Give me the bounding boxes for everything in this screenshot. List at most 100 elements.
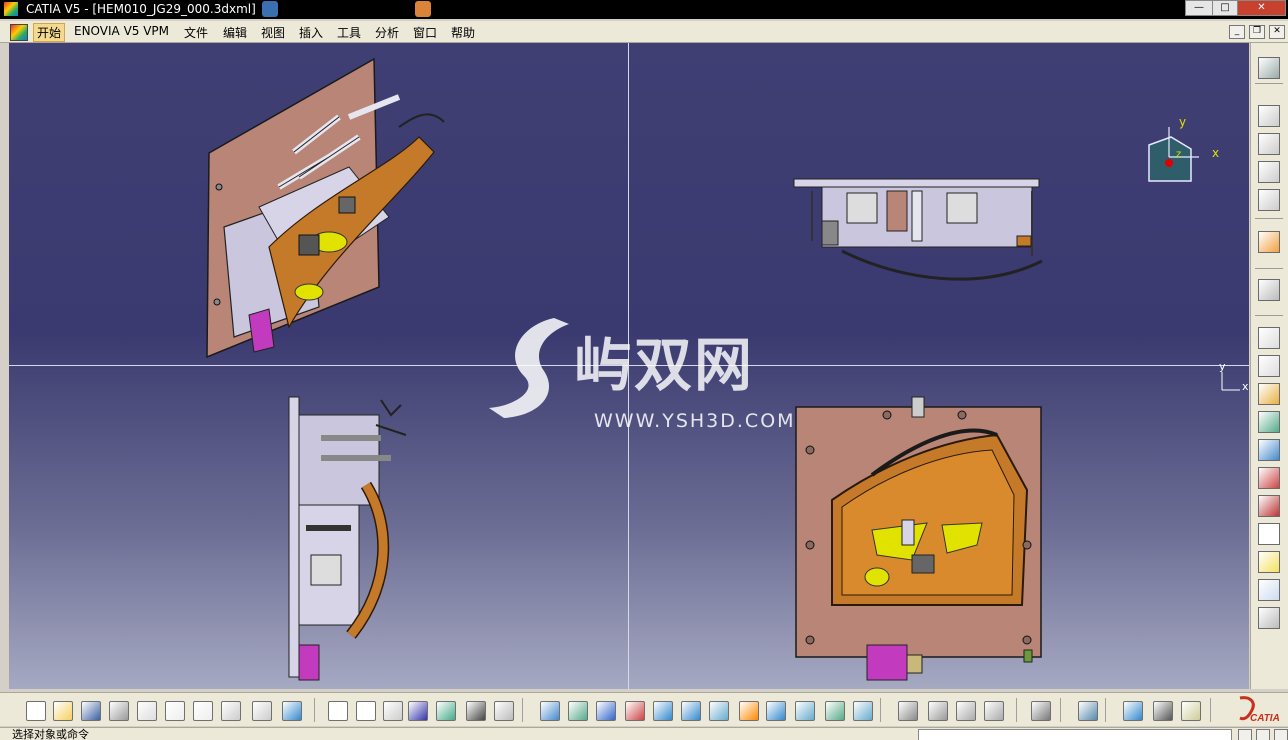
front-view-model[interactable]	[792, 395, 1057, 685]
tool-icon[interactable]	[1153, 701, 1173, 721]
compass-y-label: y	[1179, 115, 1187, 129]
gear-orange-icon[interactable]	[1258, 383, 1280, 405]
part-copy-icon[interactable]	[1258, 189, 1280, 211]
menu-start[interactable]: 开始	[33, 23, 66, 42]
measure-icon[interactable]	[383, 701, 403, 721]
copy-icon[interactable]	[165, 701, 185, 721]
distance-icon[interactable]	[1123, 701, 1143, 721]
doc-restore-button[interactable]: ❐	[1249, 25, 1265, 39]
cylinder-icon[interactable]	[795, 701, 815, 721]
select-arrow-icon[interactable]	[1258, 231, 1280, 253]
table-icon[interactable]	[408, 701, 428, 721]
compass-x-label: x	[1212, 146, 1220, 160]
viewport-splitter-horizontal[interactable]	[9, 365, 1249, 366]
menu-view[interactable]: 视图	[261, 24, 285, 41]
part-link-icon[interactable]	[1258, 161, 1280, 183]
menu-file[interactable]: 文件	[184, 24, 208, 41]
lock-icon[interactable]	[466, 701, 486, 721]
close-button[interactable]: ✕	[1237, 0, 1286, 16]
taskbar-icon[interactable]	[415, 1, 431, 17]
paste-icon[interactable]	[193, 701, 213, 721]
status-message: 选择对象或命令	[12, 728, 89, 740]
new-icon[interactable]	[26, 701, 46, 721]
bottom-toolbar	[0, 692, 1288, 726]
top-view-model[interactable]	[792, 161, 1052, 301]
comment-icon[interactable]	[356, 701, 376, 721]
menu-insert[interactable]: 插入	[299, 24, 323, 41]
swap-icon[interactable]	[928, 701, 948, 721]
zoom-out-icon[interactable]	[681, 701, 701, 721]
status-button[interactable]	[1238, 729, 1252, 740]
redo-icon[interactable]	[252, 701, 272, 721]
command-input[interactable]	[918, 729, 1232, 740]
hide-icon[interactable]	[898, 701, 918, 721]
gear-sheet-icon[interactable]	[1258, 355, 1280, 377]
print-icon[interactable]	[109, 701, 129, 721]
snap-arrow-icon[interactable]	[1258, 279, 1280, 301]
menu-edit[interactable]: 编辑	[223, 24, 247, 41]
undo-icon[interactable]	[221, 701, 241, 721]
side-view-model[interactable]	[281, 395, 421, 685]
bottle-icon[interactable]	[1181, 701, 1201, 721]
menu-enovia[interactable]: ENOVIA V5 VPM	[74, 24, 169, 38]
doc-close-button[interactable]: ✕	[1269, 25, 1285, 39]
tree-icon[interactable]	[1258, 551, 1280, 573]
window-title: CATIA V5 - [HEM010_JG29_000.3dxml]	[26, 2, 256, 16]
iso-view-icon[interactable]	[739, 701, 759, 721]
window-titlebar: CATIA V5 - [HEM010_JG29_000.3dxml] — □ ✕	[0, 0, 1288, 19]
part-icon[interactable]	[1258, 105, 1280, 127]
link2-icon[interactable]	[984, 701, 1004, 721]
camera-icon[interactable]	[1031, 701, 1051, 721]
cut-icon[interactable]	[137, 701, 157, 721]
taskbar-icon[interactable]	[262, 1, 278, 17]
help-icon[interactable]	[282, 701, 302, 721]
rotate-icon[interactable]	[625, 701, 645, 721]
toolbar-separator	[1255, 218, 1283, 219]
status-button[interactable]	[1274, 729, 1288, 740]
link-icon[interactable]	[956, 701, 976, 721]
tree-search-icon[interactable]	[1258, 579, 1280, 601]
toolbar-separator	[1105, 698, 1106, 722]
import-icon[interactable]	[1258, 439, 1280, 461]
fly-icon[interactable]	[540, 701, 560, 721]
capture-icon[interactable]	[1078, 701, 1098, 721]
param-icon[interactable]	[494, 701, 514, 721]
compass-widget[interactable]: y x z	[1141, 115, 1231, 195]
part-structure-icon[interactable]	[1258, 133, 1280, 155]
text-a-icon[interactable]	[1258, 523, 1280, 545]
document-icon[interactable]	[10, 24, 28, 41]
menu-window[interactable]: 窗口	[413, 24, 437, 41]
status-button[interactable]	[1256, 729, 1270, 740]
minimize-button[interactable]: —	[1185, 0, 1213, 16]
open-icon[interactable]	[53, 701, 73, 721]
render-icon[interactable]	[825, 701, 845, 721]
isometric-view-model[interactable]	[199, 57, 459, 362]
menu-tools[interactable]: 工具	[337, 24, 361, 41]
3d-viewport[interactable]: y x z y x 屿双网 WWW.YSH3D.COM	[9, 43, 1249, 689]
viewport-splitter-vertical[interactable]	[628, 43, 629, 689]
cut-icon[interactable]	[1258, 495, 1280, 517]
scissors-link-icon[interactable]	[1258, 467, 1280, 489]
tree-icon[interactable]	[436, 701, 456, 721]
maximize-button[interactable]: □	[1212, 0, 1238, 16]
export-icon[interactable]	[1258, 411, 1280, 433]
zoom-in-icon[interactable]	[653, 701, 673, 721]
menu-analysis[interactable]: 分析	[375, 24, 399, 41]
save-icon[interactable]	[81, 701, 101, 721]
catia-logo: CATIA	[1236, 694, 1288, 724]
gear-icon[interactable]	[1258, 57, 1280, 79]
pan-icon[interactable]	[596, 701, 616, 721]
axis-y-label: y	[1219, 360, 1226, 373]
toolbar-separator	[314, 698, 315, 722]
doc-minimize-button[interactable]: _	[1229, 25, 1245, 39]
menu-help[interactable]: 帮助	[451, 24, 475, 41]
gear-gray-icon[interactable]	[1258, 607, 1280, 629]
formula-icon[interactable]	[328, 701, 348, 721]
toolbar-separator	[1255, 268, 1283, 269]
normal-view-icon[interactable]	[709, 701, 729, 721]
catia-app-icon	[4, 2, 18, 16]
fit-all-icon[interactable]	[568, 701, 588, 721]
cube-view-icon[interactable]	[766, 701, 786, 721]
settings-gear-icon[interactable]	[1258, 327, 1280, 349]
shading-icon[interactable]	[853, 701, 873, 721]
